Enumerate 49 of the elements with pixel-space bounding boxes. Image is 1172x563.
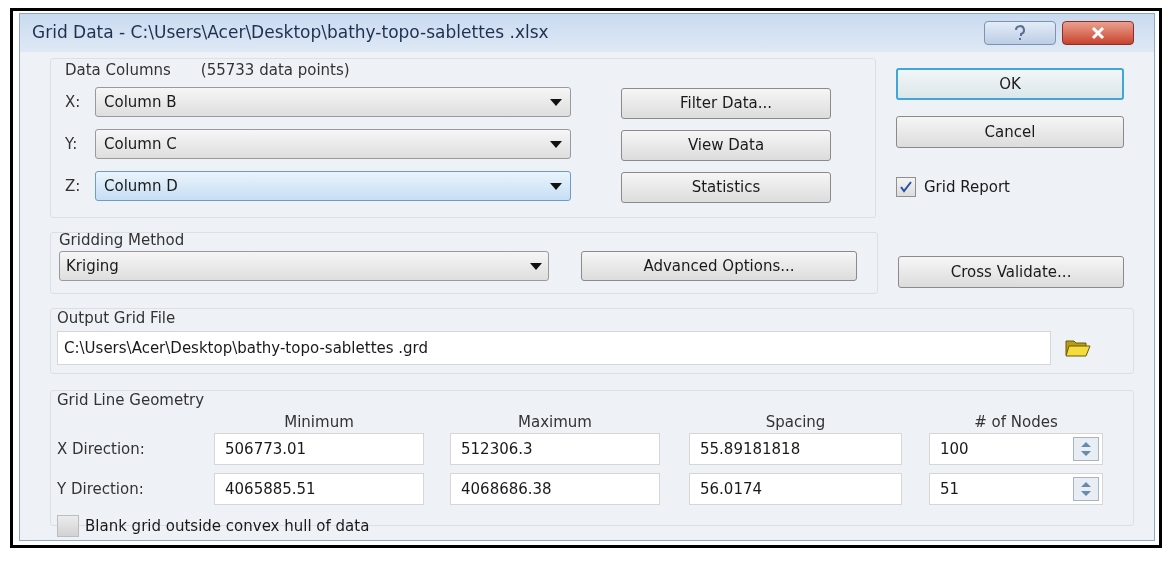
checkmark-icon	[899, 180, 913, 195]
number-field[interactable]: 4065885.51	[214, 473, 424, 505]
number-field[interactable]: 55.89181818	[689, 433, 902, 465]
data-action-button[interactable]: Filter Data...	[621, 88, 831, 119]
row-label: Y Direction:	[57, 478, 145, 500]
data-action-button[interactable]: Statistics	[621, 172, 831, 203]
column-header: Spacing	[765, 412, 826, 431]
method-dropdown[interactable]: Kriging	[59, 251, 549, 281]
dropdown-arrow-icon	[530, 262, 542, 270]
group-title: Data Columns	[65, 59, 171, 81]
group-title: Output Grid File	[57, 308, 177, 329]
close-button[interactable]	[1062, 21, 1134, 45]
column-header: # of Nodes	[974, 412, 1058, 431]
row-label: X Direction:	[57, 438, 146, 460]
dropdown-arrow-icon	[550, 140, 562, 148]
number-field[interactable]: 512306.3	[450, 433, 660, 465]
column-dropdown[interactable]: Column D	[95, 171, 571, 201]
help-button[interactable]	[984, 21, 1056, 45]
output-file-field[interactable]: C:\Users\Acer\Desktop\bathy-topo-sablettes .grd	[57, 331, 1051, 365]
column-header: Minimum	[284, 412, 354, 431]
axis-label: X:	[65, 91, 82, 113]
help-icon	[1014, 25, 1026, 41]
group-title: Gridding Method	[59, 230, 186, 251]
cross-validate-button[interactable]: Cross Validate...	[898, 256, 1124, 288]
grid-report-checkbox[interactable]	[896, 177, 916, 198]
column-dropdown[interactable]: Column C	[95, 129, 571, 159]
checkbox-label: Blank grid outside convex hull of data	[85, 516, 370, 537]
spinner-arrows-icon[interactable]	[1073, 437, 1099, 461]
column-dropdown[interactable]: Column B	[95, 87, 571, 117]
advanced-options-button[interactable]: Advanced Options...	[581, 251, 857, 281]
dropdown-arrow-icon	[550, 98, 562, 106]
data-action-button[interactable]: View Data	[621, 130, 831, 161]
axis-label: Y:	[65, 133, 79, 155]
folder-icon[interactable]	[1065, 338, 1091, 358]
dropdown-arrow-icon	[550, 182, 562, 190]
group-title: Grid Line Geometry	[57, 390, 206, 411]
data-points-count: (55733 data points)	[200, 59, 350, 81]
ok-button[interactable]: OK	[896, 68, 1124, 100]
number-field[interactable]: 56.0174	[689, 473, 902, 505]
close-icon	[1090, 26, 1106, 40]
checkbox-label: Grid Report	[924, 177, 1010, 198]
spinner-arrows-icon[interactable]	[1073, 477, 1099, 501]
window-title: Grid Data - C:\Users\Acer\Desktop\bathy-topo-sablettes .xlsx	[32, 21, 549, 45]
column-header: Maximum	[518, 412, 592, 431]
blank-grid-checkbox[interactable]	[57, 515, 79, 538]
number-field[interactable]: 4068686.38	[450, 473, 660, 505]
number-field[interactable]: 506773.01	[214, 433, 424, 465]
axis-label: Z:	[65, 175, 82, 197]
cancel-button[interactable]: Cancel	[896, 116, 1124, 148]
